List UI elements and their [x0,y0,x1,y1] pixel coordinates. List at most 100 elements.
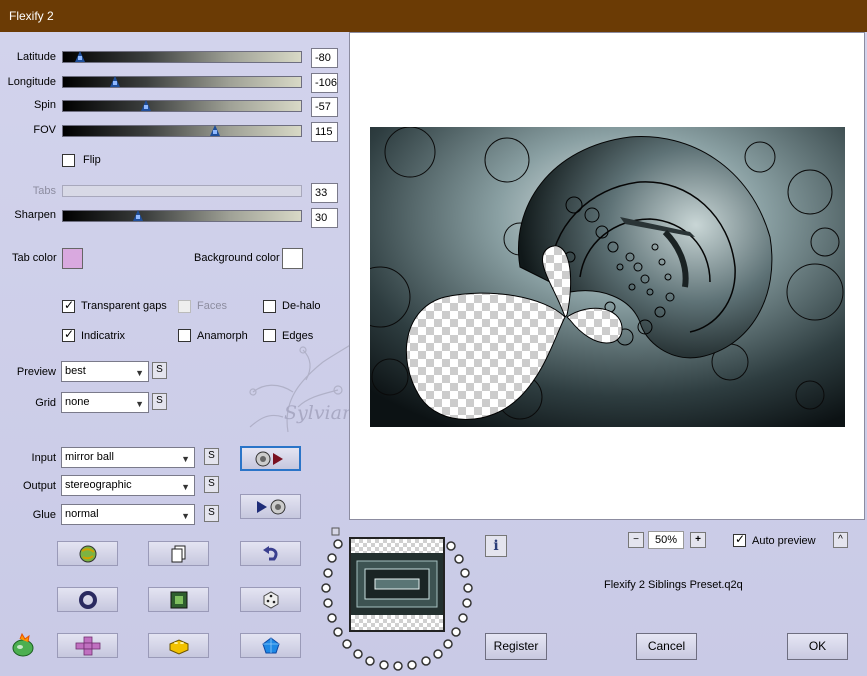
preview-image [370,127,845,427]
latitude-thumb[interactable] [75,51,86,63]
output-label: Output [22,480,56,492]
tabs-slider[interactable] [62,185,302,197]
flip-checkbox[interactable] [62,154,75,167]
spin-slider[interactable] [62,100,302,112]
collapse-up-button[interactable]: ^ [833,532,848,548]
register-button[interactable]: Register [485,633,547,660]
sharpen-input[interactable]: 30 [311,208,338,228]
grid-select[interactable]: none ▼ [61,392,149,413]
title-bar[interactable]: Flexify 2 [0,0,867,32]
output-sphere-button[interactable] [240,494,301,519]
app-logo-icon [10,632,38,662]
glue-select[interactable]: normal ▼ [61,504,195,525]
fov-slider[interactable] [62,125,302,137]
grid-s-button[interactable]: S [152,393,167,410]
copy-button[interactable] [148,541,209,566]
undo-icon [262,545,277,560]
faces-label: Faces [197,300,227,312]
dice-icon [263,590,278,609]
longitude-label: Longitude [7,76,56,88]
random-globe-button[interactable] [57,541,118,566]
ok-button[interactable]: OK [787,633,848,660]
flip-label: Flip [83,154,101,166]
indicatrix-checkbox[interactable] [62,327,75,342]
info-button[interactable]: i [485,535,507,557]
longitude-input[interactable]: -106 [311,73,338,93]
puzzle-plus-icon [75,636,100,655]
plus-button[interactable] [57,633,118,658]
faces-checkbox[interactable] [178,300,191,313]
brick-icon [169,638,188,655]
sphere-play-icon [255,451,283,466]
grid-select-value: none [65,396,90,408]
preset-thumbnail[interactable] [349,537,445,632]
flexify-window: Flexify 2 Latitude -80 Longitude -106 Sp… [0,0,867,676]
preview-select[interactable]: best ▼ [61,361,149,382]
background-color-swatch[interactable] [282,248,303,269]
spin-thumb[interactable] [141,100,152,112]
undo-button[interactable] [240,541,301,566]
randomize-button[interactable] [240,587,301,612]
auto-preview-checkbox[interactable] [733,532,746,547]
preview-select-value: best [65,365,86,377]
input-select[interactable]: mirror ball ▼ [61,447,195,468]
chevron-down-icon: ▼ [181,482,190,492]
output-select[interactable]: stereographic ▼ [61,475,195,496]
sharpen-slider[interactable] [62,210,302,222]
cancel-label: Cancel [647,639,686,653]
transparent-gaps-checkbox[interactable] [62,298,75,313]
chevron-down-icon: ▼ [135,368,144,378]
grid-label: Grid [35,397,56,409]
background-color-label: Background color [194,252,280,264]
indicatrix-label: Indicatrix [81,330,126,342]
tabs-label: Tabs [32,185,56,197]
input-label: Input [31,452,56,464]
brick-button[interactable] [148,633,209,658]
frame-button[interactable] [148,587,209,612]
output-s-button[interactable]: S [204,476,219,493]
cancel-button[interactable]: Cancel [636,633,697,660]
glue-s-button[interactable]: S [204,505,219,522]
register-label: Register [493,639,539,653]
input-s-button[interactable]: S [204,448,219,465]
longitude-thumb[interactable] [110,76,121,88]
latitude-slider[interactable] [62,51,302,63]
chevron-down-icon: ▼ [135,399,144,409]
dialog-body: Latitude -80 Longitude -106 Spin -57 FOV… [0,32,867,676]
fov-label: FOV [33,124,56,136]
zoom-out-button[interactable]: − [628,532,644,548]
tab-color-label: Tab color [12,252,57,264]
gem-button[interactable] [240,633,301,658]
chevron-down-icon: ▼ [181,511,190,521]
globe-icon [79,545,96,562]
preview-s-button[interactable]: S [152,362,167,379]
tab-color-swatch[interactable] [62,248,83,269]
transparent-gaps-label: Transparent gaps [81,300,167,312]
latitude-input[interactable]: -80 [311,48,338,68]
glue-select-value: normal [65,508,99,520]
chevron-down-icon: ▼ [181,454,190,464]
play-sphere-icon [256,499,285,514]
glue-label: Glue [32,509,56,521]
dehalo-checkbox[interactable] [263,300,276,313]
input-sphere-button[interactable] [240,446,301,471]
fov-input[interactable]: 115 [311,122,338,142]
spin-input[interactable]: -57 [311,97,338,117]
window-title: Flexify 2 [9,9,54,23]
tabs-input[interactable]: 33 [311,183,338,203]
ok-label: OK [808,639,827,653]
preview-panel[interactable] [349,32,865,520]
gem-icon [261,636,280,653]
sharpen-thumb[interactable] [133,210,144,222]
latitude-label: Latitude [16,51,56,63]
dehalo-label: De-halo [282,300,321,312]
sharpen-label: Sharpen [14,209,56,221]
zoom-level: 50% [648,531,684,549]
fov-thumb[interactable] [210,125,221,137]
ring-button[interactable] [57,587,118,612]
square-icon [170,591,187,608]
longitude-slider[interactable] [62,76,302,88]
auto-preview-label: Auto preview [752,535,816,547]
anamorph-checkbox[interactable] [178,329,191,342]
zoom-in-button[interactable]: + [690,532,706,548]
